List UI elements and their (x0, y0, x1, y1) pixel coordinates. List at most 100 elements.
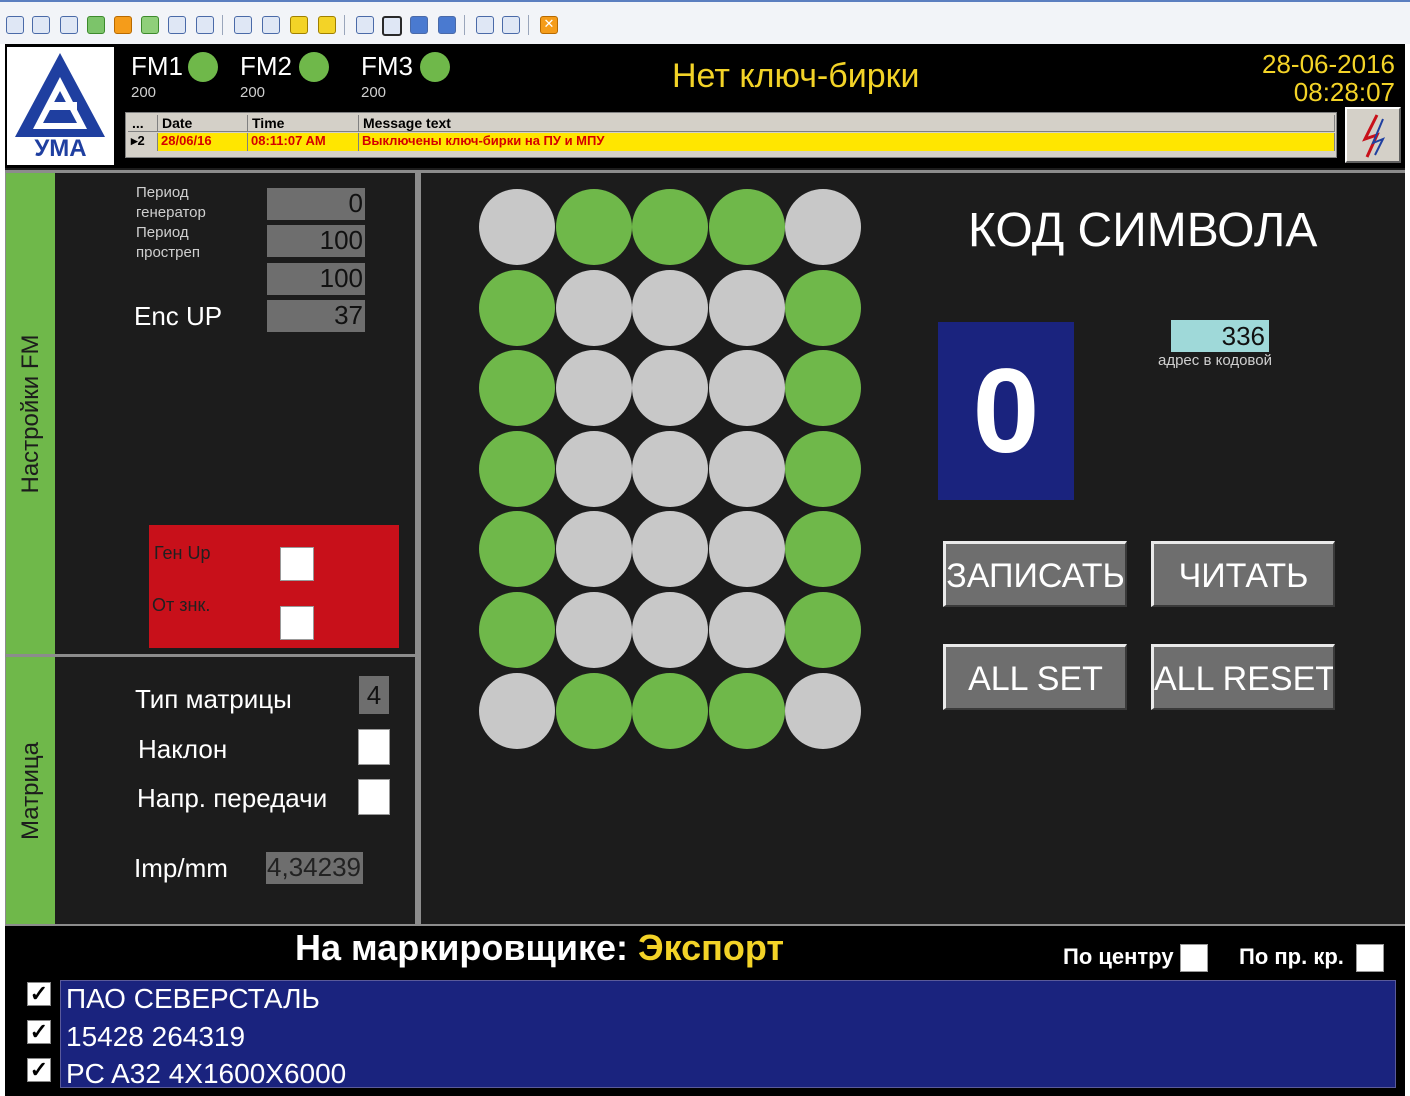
window-icon[interactable] (6, 16, 24, 34)
line2-checkbox[interactable]: ✓ (27, 1020, 51, 1044)
tab-settings-fm[interactable]: Настройки FM (6, 173, 55, 654)
line2-text[interactable]: 15428 264319 (66, 1021, 245, 1053)
toolbar-separator (464, 15, 465, 35)
matrix-dot-r0-c0[interactable] (479, 189, 555, 265)
matrix-dot-r5-c0[interactable] (479, 592, 555, 668)
marker-label: На маркировщике: (295, 927, 628, 968)
matrix-dot-r4-c3[interactable] (708, 511, 785, 588)
napr-checkbox[interactable] (358, 779, 390, 815)
matrix-dot-r6-c3[interactable] (708, 672, 785, 749)
matrix-dot-r3-c0[interactable] (479, 430, 555, 507)
line1-text[interactable]: ПАО СЕВЕРСТАЛЬ (66, 983, 320, 1015)
matrix-type-field[interactable]: 4 (359, 676, 389, 714)
matrix-dot-r3-c2[interactable] (632, 430, 708, 507)
tab-matrix[interactable]: Матрица (6, 657, 55, 924)
chat-icon[interactable] (196, 16, 214, 34)
alarm-button[interactable] (1345, 107, 1401, 163)
col-header-message[interactable]: Message text (359, 115, 1335, 132)
enc-up-label: Enc UP (134, 301, 223, 331)
matrix-dot-r2-c3[interactable] (708, 350, 785, 427)
screen-icon[interactable] (382, 16, 402, 36)
period-generator-field[interactable]: 0 (267, 188, 365, 220)
matrix-dot-r4-c2[interactable] (632, 511, 708, 588)
divider (5, 170, 1405, 173)
period-generator-label: Период генератор (136, 184, 206, 221)
stop-icon[interactable] (114, 16, 132, 34)
address-field[interactable]: 336 (1171, 320, 1269, 352)
copy-icon[interactable] (476, 16, 494, 34)
matrix-dot-r3-c4[interactable] (785, 430, 861, 507)
matrix-dot-r2-c4[interactable] (785, 350, 861, 427)
matrix-dot-r6-c2[interactable] (632, 672, 708, 749)
all-reset-button[interactable]: ALL RESET (1151, 644, 1335, 710)
matrix-dot-r2-c0[interactable] (479, 350, 555, 427)
gear-icon[interactable] (438, 16, 456, 34)
matrix-dot-r6-c0[interactable] (479, 672, 555, 749)
matrix-dot-r5-c4[interactable] (785, 592, 861, 668)
group-icon[interactable] (262, 16, 280, 34)
matrix-dot-r1-c4[interactable] (785, 269, 861, 346)
users-icon[interactable] (141, 16, 159, 34)
dot-matrix-grid (479, 189, 861, 749)
refresh-icon[interactable] (87, 16, 105, 34)
line3-text[interactable]: PC A32 4X1600X6000 (66, 1058, 346, 1090)
lock-icon[interactable] (318, 16, 336, 34)
period-prostrel-field[interactable]: 100 (267, 225, 365, 257)
imp-mm-field[interactable]: 4,34239 (266, 852, 363, 884)
matrix-type-label: Тип матрицы (135, 684, 292, 714)
center-checkbox[interactable] (1180, 944, 1208, 972)
matrix-dot-r0-c3[interactable] (708, 189, 785, 265)
save-icon[interactable] (290, 16, 308, 34)
message-table[interactable]: ... Date Time Message text ▸2 28/06/16 0… (125, 112, 1337, 158)
gen-up-checkbox[interactable] (280, 547, 314, 581)
ot-znk-checkbox[interactable] (280, 606, 314, 640)
matrix-dot-r3-c3[interactable] (708, 430, 785, 507)
enc-up-field[interactable]: 37 (267, 300, 365, 332)
screen2-icon[interactable] (410, 16, 428, 34)
all-set-button[interactable]: ALL SET (943, 644, 1127, 710)
frame-icon[interactable] (356, 16, 374, 34)
phone-icon[interactable] (168, 16, 186, 34)
time: 08:28:07 (1293, 77, 1395, 107)
row-message[interactable]: Выключены ключ-бирки на ПУ и МПУ (359, 133, 1335, 151)
matrix-dot-r1-c3[interactable] (708, 269, 785, 346)
value3-field[interactable]: 100 (267, 263, 365, 295)
matrix-dot-r0-c4[interactable] (785, 189, 861, 265)
row-time[interactable]: 08:11:07 AM (248, 133, 359, 151)
edge-checkbox[interactable] (1356, 944, 1384, 972)
matrix-dot-r0-c2[interactable] (632, 189, 708, 265)
matrix-dot-r3-c1[interactable] (555, 430, 632, 507)
edge-label: По пр. кр. (1239, 944, 1344, 969)
matrix-dot-r4-c0[interactable] (479, 511, 555, 588)
matrix-dot-r6-c4[interactable] (785, 672, 861, 749)
line1-checkbox[interactable]: ✓ (27, 982, 51, 1006)
tools-icon[interactable] (502, 16, 520, 34)
matrix-dot-r4-c4[interactable] (785, 511, 861, 588)
close-icon[interactable]: ✕ (540, 16, 558, 34)
matrix-dot-r5-c3[interactable] (708, 592, 785, 668)
matrix-dot-r1-c1[interactable] (555, 269, 632, 346)
naklon-checkbox[interactable] (358, 729, 390, 765)
matrix-dot-r1-c2[interactable] (632, 269, 708, 346)
row-index[interactable]: ▸2 (128, 133, 158, 151)
user-icon[interactable] (234, 16, 252, 34)
matrix-dot-r5-c2[interactable] (632, 592, 708, 668)
col-header-index[interactable]: ... (128, 115, 158, 132)
col-header-time[interactable]: Time (248, 115, 359, 132)
col-header-date[interactable]: Date (158, 115, 248, 132)
write-button[interactable]: ЗАПИСАТЬ (943, 541, 1127, 607)
gen-up-label: Ген Up (154, 543, 211, 563)
matrix-dot-r6-c1[interactable] (555, 672, 632, 749)
monitor-icon[interactable] (32, 16, 50, 34)
matrix-dot-r2-c2[interactable] (632, 350, 708, 427)
napr-label: Напр. передачи (137, 783, 328, 813)
matrix-dot-r2-c1[interactable] (555, 350, 632, 427)
matrix-dot-r0-c1[interactable] (555, 189, 632, 265)
matrix-dot-r5-c1[interactable] (555, 592, 632, 668)
matrix-dot-r4-c1[interactable] (555, 511, 632, 588)
line3-checkbox[interactable]: ✓ (27, 1058, 51, 1082)
matrix-dot-r1-c0[interactable] (479, 269, 555, 346)
terminal-icon[interactable] (60, 16, 78, 34)
row-date[interactable]: 28/06/16 (158, 133, 248, 151)
read-button[interactable]: ЧИТАТЬ (1151, 541, 1335, 607)
